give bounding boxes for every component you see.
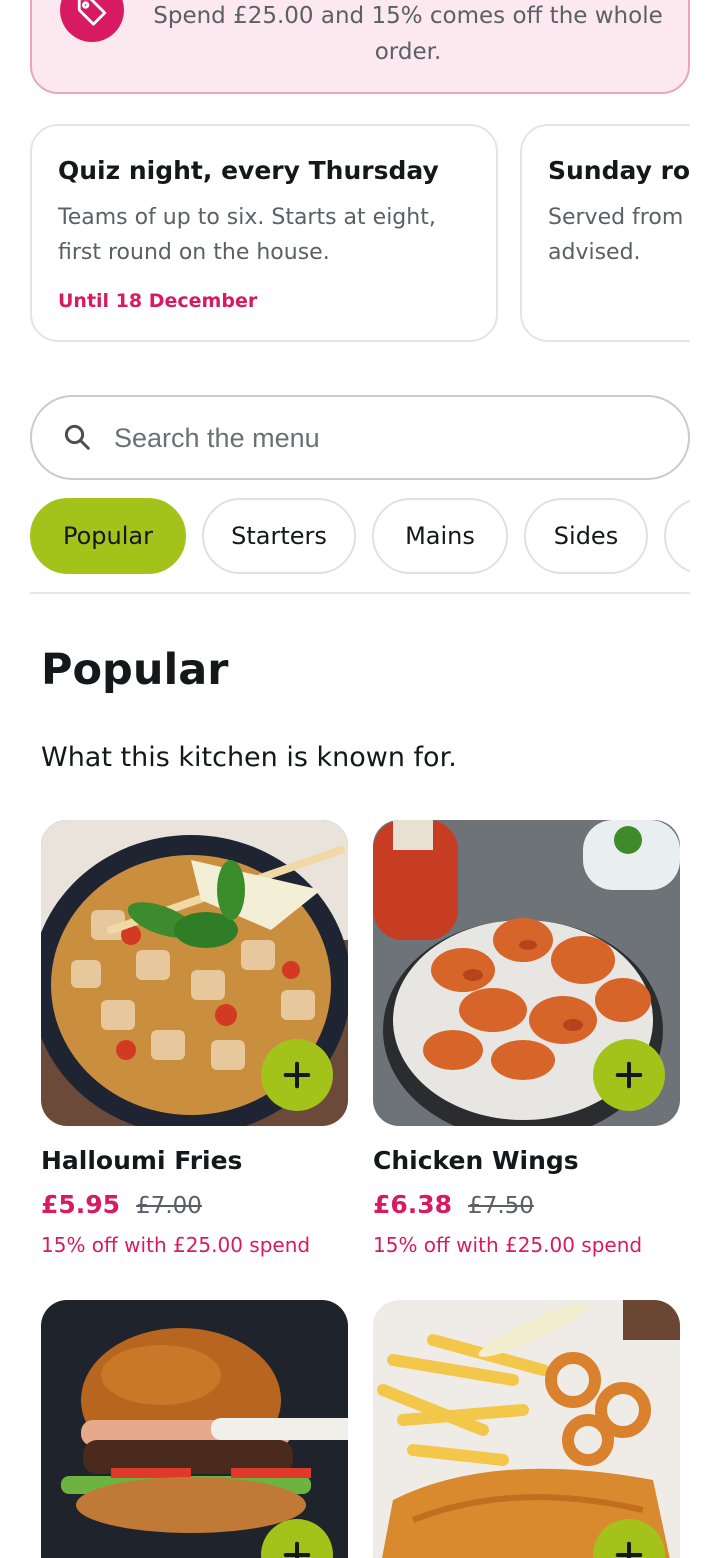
divider — [30, 592, 690, 594]
add-to-cart-button[interactable] — [261, 1039, 333, 1111]
promo-body: Teams of up to six. Starts at eight, fir… — [58, 205, 436, 265]
promo-card[interactable]: Sunday roast Served from midday. Booking… — [520, 124, 690, 342]
product-card[interactable] — [373, 1300, 680, 1558]
search-box[interactable] — [30, 395, 690, 480]
product-name: Halloumi Fries — [41, 1146, 243, 1175]
plus-icon — [615, 1541, 643, 1558]
chip-more[interactable] — [664, 498, 690, 574]
section-subtitle: What this kitchen is known for. — [41, 742, 457, 773]
price-current: £6.38 — [373, 1190, 453, 1219]
offer-text: Spend £25.00 and 15% comes off the whole… — [153, 3, 663, 65]
product-image[interactable] — [373, 820, 680, 1126]
promo-carousel[interactable]: Quiz night, every Thursday Teams of up t… — [30, 124, 690, 344]
product-name: Chicken Wings — [373, 1146, 579, 1175]
discount-note: 15% off with £25.00 spend — [41, 1233, 311, 1257]
plus-icon — [283, 1061, 311, 1089]
search-icon — [64, 424, 90, 450]
chip-mains[interactable]: Mains — [372, 498, 508, 574]
promo-title: Sunday roast — [548, 156, 690, 185]
price-original: £7.00 — [136, 1193, 202, 1219]
price-row: £6.38 £7.50 — [373, 1190, 680, 1219]
promo-title: Quiz night, every Thursday — [58, 156, 439, 185]
promo-body: Served from midday. Booking advised. — [548, 205, 690, 265]
product-image[interactable] — [373, 1300, 680, 1558]
category-chips: Popular Starters Mains Sides — [30, 498, 690, 576]
chip-popular[interactable]: Popular — [30, 498, 186, 574]
product-image[interactable] — [41, 1300, 348, 1558]
discount-note: 15% off with £25.00 spend — [373, 1233, 643, 1257]
add-to-cart-button[interactable] — [593, 1039, 665, 1111]
promo-until: Until 18 December — [58, 290, 258, 312]
offer-banner[interactable]: Spend £25.00 and 15% comes off the whole… — [30, 0, 690, 94]
price-row: £5.95 £7.00 — [41, 1190, 348, 1219]
promo-card[interactable]: Quiz night, every Thursday Teams of up t… — [30, 124, 498, 342]
price-current: £5.95 — [41, 1190, 121, 1219]
tag-icon — [60, 0, 124, 42]
search-input[interactable] — [114, 415, 654, 461]
chip-starters[interactable]: Starters — [202, 498, 356, 574]
product-card[interactable]: Chicken Wings £6.38 £7.50 15% off with £… — [373, 820, 680, 1257]
product-image[interactable] — [41, 820, 348, 1126]
plus-icon — [615, 1061, 643, 1089]
product-card[interactable] — [41, 1300, 348, 1558]
section-title: Popular — [41, 645, 229, 695]
price-original: £7.50 — [468, 1193, 534, 1219]
chip-sides[interactable]: Sides — [524, 498, 648, 574]
plus-icon — [283, 1541, 311, 1558]
product-card[interactable]: Halloumi Fries £5.95 £7.00 15% off with … — [41, 820, 348, 1257]
